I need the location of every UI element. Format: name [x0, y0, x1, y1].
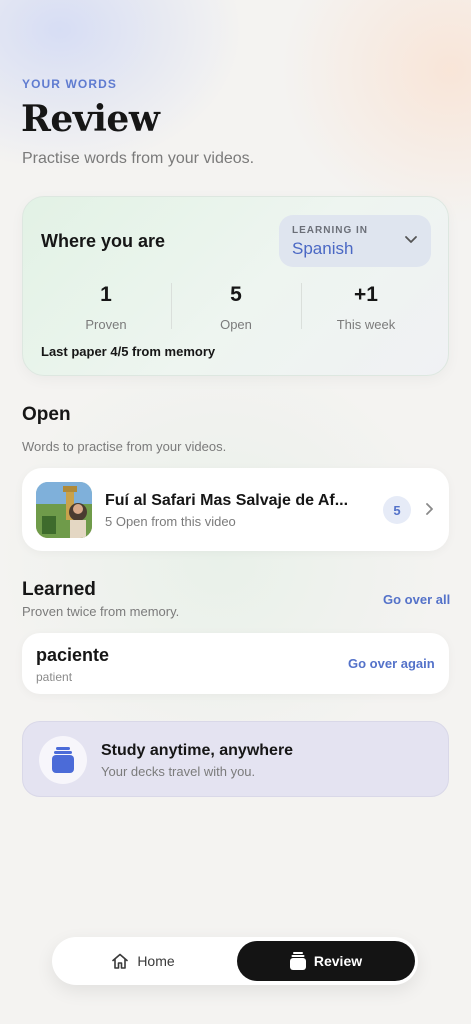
section-eyebrow: YOUR WORDS [22, 77, 117, 91]
learned-heading: Learned [22, 579, 96, 600]
go-over-all-link[interactable]: Go over all [383, 592, 450, 607]
progress-summary-card: Where you are LEARNING IN Spanish 1 Prov… [22, 196, 449, 376]
stat-label: Open [220, 317, 252, 332]
last-paper-text: Last paper 4/5 from memory [41, 344, 216, 359]
page-subtitle: Practise words from your videos. [22, 150, 255, 167]
stat-open: 5 Open [171, 283, 301, 332]
stat-label: Proven [85, 317, 127, 332]
summary-title: Where you are [41, 231, 166, 251]
word-translation: patient [36, 670, 73, 684]
language-selector[interactable]: LEARNING IN Spanish [279, 215, 431, 267]
stat-proven: 1 Proven [41, 283, 171, 332]
learned-subtitle: Proven twice from memory. [22, 604, 180, 619]
stat-this-week: +1 This week [301, 283, 431, 332]
study-anywhere-banner: Study anytime, anywhere Your decks trave… [22, 721, 449, 797]
tab-home[interactable]: Home [58, 941, 228, 981]
page-title: Review [21, 98, 160, 140]
stat-value: 1 [100, 283, 112, 306]
open-heading: Open [22, 404, 71, 425]
chevron-down-icon [405, 236, 417, 243]
home-icon [112, 953, 129, 969]
tab-review[interactable]: Review [237, 941, 415, 981]
bottom-tab-bar: Home Review [52, 937, 418, 985]
stat-value: 5 [230, 283, 242, 306]
video-title: Fuí al Safari Mas Salvaje de Af... [105, 492, 349, 509]
deck-icon [52, 747, 74, 773]
chevron-right-icon [426, 503, 433, 515]
open-count-badge: 5 [383, 496, 411, 524]
video-thumbnail [36, 482, 92, 538]
video-subtitle: 5 Open from this video [105, 514, 236, 529]
learned-word-row: paciente patient Go over again [22, 633, 449, 694]
promo-subtitle: Your decks travel with you. [101, 764, 256, 779]
deck-icon [289, 952, 306, 970]
language-value: Spanish [292, 239, 354, 258]
learned-word: paciente [36, 645, 110, 665]
language-caption: LEARNING IN [292, 225, 368, 236]
stat-label: This week [336, 317, 396, 332]
go-over-again-button[interactable]: Go over again [348, 656, 435, 671]
promo-icon-badge [39, 736, 87, 784]
video-thumbnail-image [36, 482, 92, 538]
tab-home-label: Home [137, 953, 175, 969]
promo-title: Study anytime, anywhere [101, 742, 294, 759]
open-subtitle: Words to practise from your videos. [22, 439, 227, 454]
stat-value: +1 [354, 283, 378, 306]
tab-review-label: Review [313, 953, 363, 969]
video-row[interactable]: Fuí al Safari Mas Salvaje de Af... 5 Ope… [22, 468, 449, 551]
